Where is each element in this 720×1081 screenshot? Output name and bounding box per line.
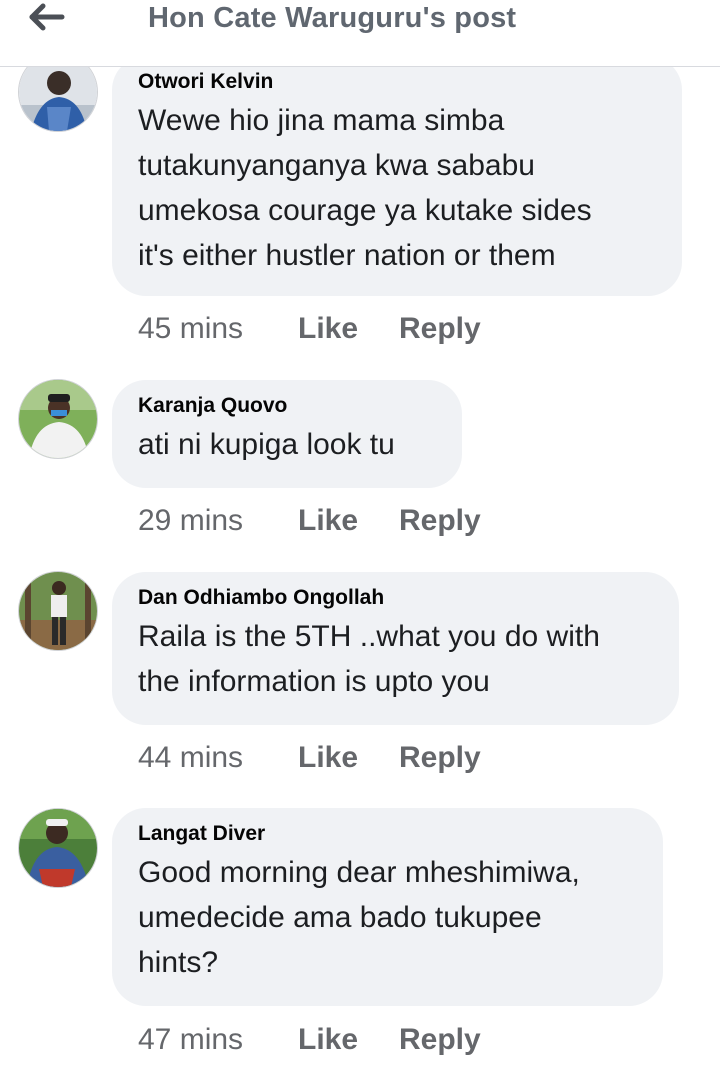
page-title: Hon Cate Waruguru's post	[148, 2, 517, 34]
avatar[interactable]	[18, 379, 98, 459]
comment-author[interactable]: Dan Odhiambo Ongollah	[138, 586, 653, 610]
back-button[interactable]	[28, 0, 72, 34]
comment-actions: 47 mins Like Reply	[138, 1023, 481, 1057]
comment-timestamp[interactable]: 29 mins	[138, 504, 298, 538]
back-arrow-icon	[29, 3, 65, 31]
comment-text: ati ni kupiga look tu	[138, 428, 395, 461]
like-button[interactable]: Like	[298, 1023, 399, 1057]
comment-text: Wewe hio jina mama simba tutakunyanganya…	[138, 104, 592, 272]
reply-button[interactable]: Reply	[399, 504, 481, 538]
reply-button[interactable]: Reply	[399, 1023, 481, 1057]
comment-text: Good morning dear mheshimiwa, umedecide …	[138, 856, 580, 979]
reply-button[interactable]: Reply	[399, 312, 481, 346]
reply-button[interactable]: Reply	[399, 741, 481, 775]
comment-bubble: Karanja Quovo ati ni kupiga look tu	[112, 380, 462, 488]
comment-actions: 45 mins Like Reply	[138, 312, 481, 346]
comment-timestamp[interactable]: 47 mins	[138, 1023, 298, 1057]
like-button[interactable]: Like	[298, 741, 399, 775]
avatar[interactable]	[18, 571, 98, 651]
comment-author[interactable]: Karanja Quovo	[138, 394, 436, 418]
comment-timestamp[interactable]: 45 mins	[138, 312, 298, 346]
comment-author[interactable]: Otwori Kelvin	[138, 70, 656, 94]
comment-author[interactable]: Langat Diver	[138, 822, 637, 846]
comment-timestamp[interactable]: 44 mins	[138, 741, 298, 775]
comment-actions: 44 mins Like Reply	[138, 741, 481, 775]
comment-text: Raila is the 5TH ..what you do with the …	[138, 620, 600, 698]
like-button[interactable]: Like	[298, 312, 399, 346]
like-button[interactable]: Like	[298, 504, 399, 538]
comment-bubble: Dan Odhiambo Ongollah Raila is the 5TH .…	[112, 572, 679, 725]
avatar[interactable]	[18, 808, 98, 888]
comment-bubble: Otwori Kelvin Wewe hio jina mama simba t…	[112, 56, 682, 296]
top-bar: Hon Cate Waruguru's post	[0, 0, 720, 67]
comment-bubble: Langat Diver Good morning dear mheshimiw…	[112, 808, 663, 1006]
comment-actions: 29 mins Like Reply	[138, 504, 481, 538]
